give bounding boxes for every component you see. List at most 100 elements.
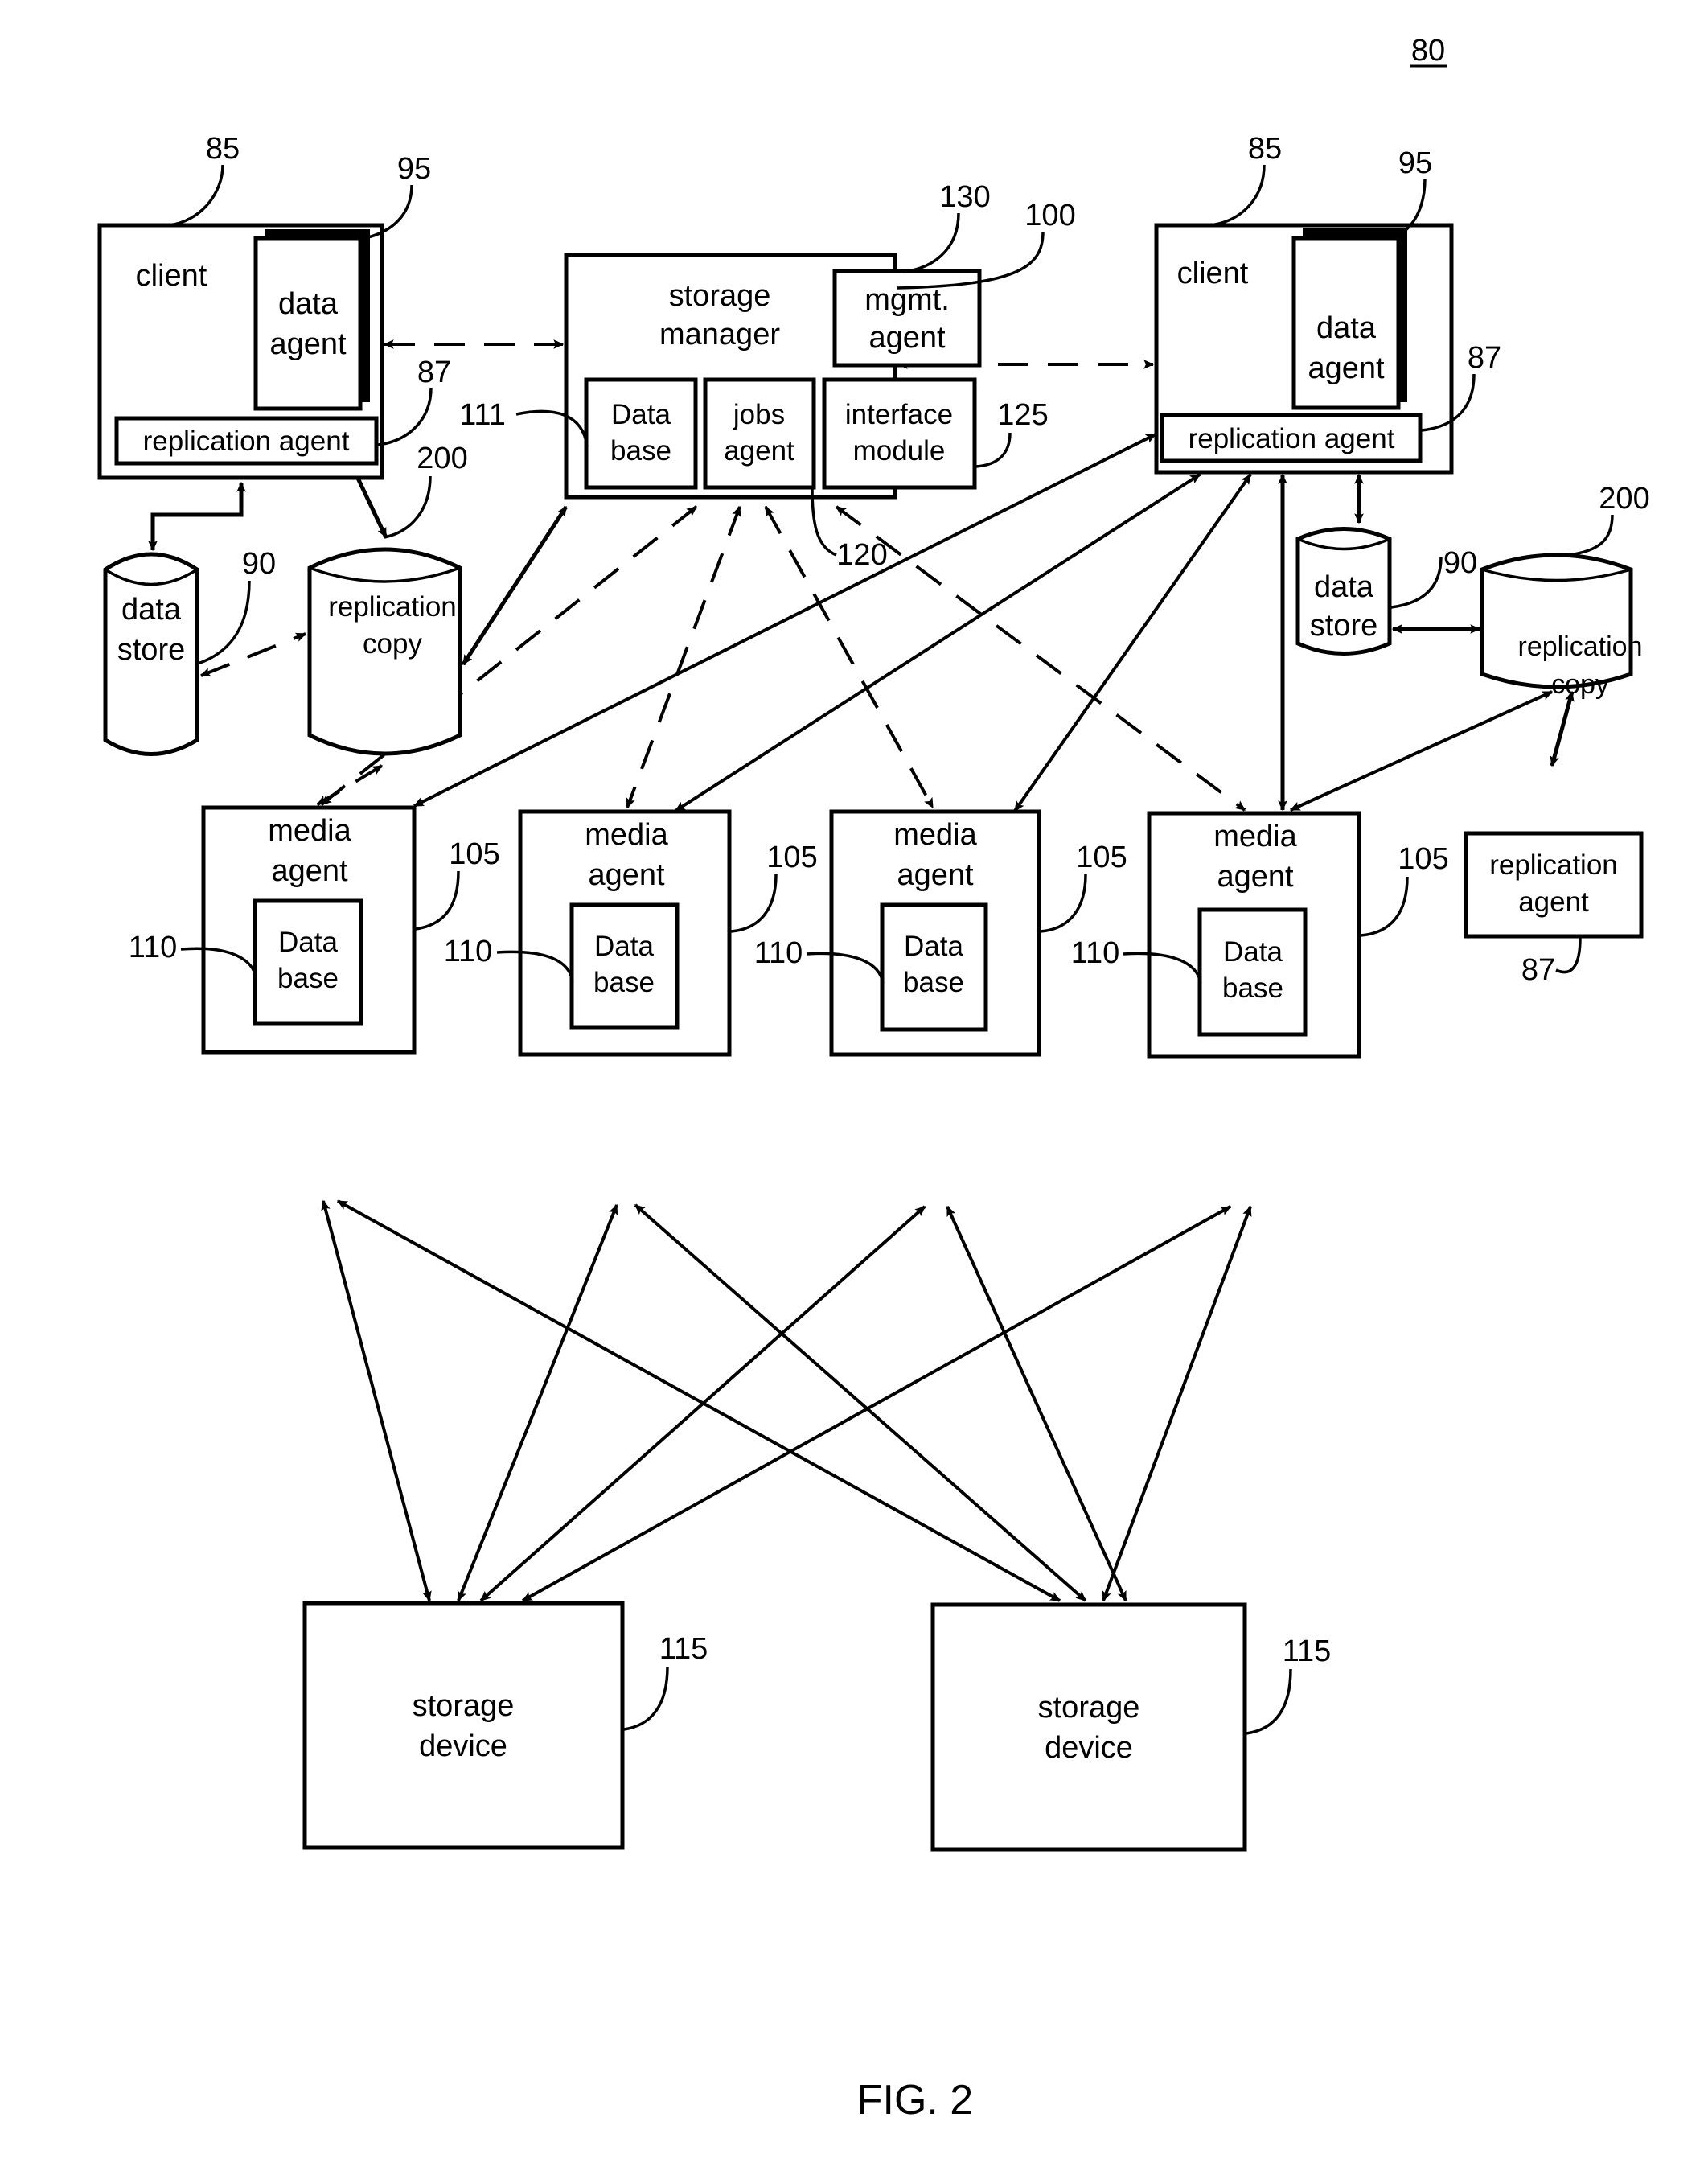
leader-200-right <box>1567 514 1614 557</box>
arrow-storage-manager-replication-copy-left <box>461 505 569 666</box>
leader-130 <box>900 212 960 273</box>
ref-87-right: 87 <box>1468 341 1501 375</box>
ref-100: 100 <box>1024 199 1075 232</box>
ref-130: 130 <box>939 180 990 214</box>
dashed-arrow-storage-manager-media-agent-2 <box>626 505 741 809</box>
replication-copy-right[interactable]: replication copy <box>1480 553 1642 700</box>
storage-manager-line2: manager <box>659 318 780 352</box>
replication-copy-right-line2: copy <box>1551 669 1609 700</box>
media-agent-2-database-box[interactable] <box>569 902 680 1030</box>
media-agent-3-line1: media <box>893 818 977 852</box>
client-left[interactable]: client data agent replication agent <box>97 223 384 480</box>
storage-manager[interactable]: storage manager mgmt. agent Data base jo… <box>564 253 982 500</box>
leader-85-left <box>168 164 224 227</box>
media-agent-4-database-line2: base <box>1222 972 1283 1004</box>
data-store-right-line1: data <box>1314 570 1374 604</box>
leader-115-sd1 <box>623 1666 669 1731</box>
replication-agent-left[interactable]: replication agent <box>114 416 379 466</box>
replication-agent-right-label: replication agent <box>1189 423 1395 454</box>
arrow-client-left-replication-copy <box>351 468 388 539</box>
media-agent-2-database-line2: base <box>593 967 655 998</box>
ref-120: 120 <box>836 538 887 572</box>
figure-caption: FIG. 2 <box>857 2077 973 2124</box>
arrow-client-left-data-store <box>148 481 246 552</box>
ref-105-ma2: 105 <box>766 841 817 874</box>
data-agent-right[interactable]: data agent <box>1291 228 1407 410</box>
leader-87-standalone <box>1555 937 1582 974</box>
ref-87-standalone: 87 <box>1521 953 1555 987</box>
leader-105-ma3 <box>1040 874 1087 933</box>
media-agent-2-database-line1: Data <box>594 931 654 962</box>
client-right-label: client <box>1177 257 1249 290</box>
leader-85-right <box>1209 164 1266 227</box>
media-agent-2[interactable]: media agent Data base <box>518 809 732 1057</box>
media-agent-3-database-line2: base <box>903 967 964 998</box>
arrow-media-agent-3-storage-device-2 <box>946 1205 1127 1602</box>
leader-87-left <box>377 387 433 446</box>
ref-110-ma1: 110 <box>129 931 178 964</box>
storage-device-2-box[interactable] <box>930 1602 1247 1852</box>
storage-manager-database-line1: Data <box>611 399 671 430</box>
data-store-left[interactable]: data store <box>103 552 199 756</box>
data-agent-left-box[interactable] <box>253 236 363 411</box>
replication-agent-standalone-line1: replication <box>1489 849 1618 881</box>
ref-85-right: 85 <box>1248 132 1282 166</box>
media-agent-1-line1: media <box>268 814 351 848</box>
media-agent-2-line2: agent <box>588 858 665 892</box>
media-agent-1-database-line1: Data <box>278 927 338 958</box>
media-agent-1-database-line2: base <box>277 963 339 994</box>
media-agent-3-line2: agent <box>897 858 974 892</box>
arrow-media-agent-1-storage-device-1 <box>321 1199 432 1602</box>
replication-agent-right[interactable]: replication agent <box>1160 413 1423 463</box>
media-agent-4[interactable]: media agent Data base <box>1147 811 1361 1059</box>
data-agent-right-line1: data <box>1316 311 1377 345</box>
data-store-left-line1: data <box>121 593 182 627</box>
storage-device-1[interactable]: storage device <box>302 1601 625 1850</box>
ref-85-left: 85 <box>206 132 240 166</box>
storage-manager-database-box[interactable] <box>584 377 698 490</box>
interface-module-box[interactable] <box>822 377 977 490</box>
leader-115-sd2 <box>1246 1668 1292 1735</box>
media-agent-3[interactable]: media agent Data base <box>829 809 1041 1057</box>
arrow-replication-copy-replication-agent <box>1550 690 1575 767</box>
ref-110-ma4: 110 <box>1071 936 1120 970</box>
media-agent-4-database-line1: Data <box>1223 936 1283 968</box>
ref-110-ma2: 110 <box>444 935 493 968</box>
storage-device-2-line2: device <box>1045 1731 1133 1765</box>
storage-manager-line1: storage <box>669 279 771 313</box>
ref-87-left: 87 <box>417 356 451 389</box>
arrow-media-agent-2-storage-device-1 <box>457 1203 618 1602</box>
storage-manager-database-line2: base <box>610 435 671 467</box>
ref-125: 125 <box>997 398 1048 432</box>
data-agent-right-line2: agent <box>1308 352 1385 385</box>
replication-agent-standalone[interactable]: replication agent <box>1464 831 1644 939</box>
storage-device-1-line2: device <box>419 1729 507 1763</box>
storage-device-2[interactable]: storage device <box>930 1602 1247 1852</box>
client-right[interactable]: client data agent replication agent <box>1154 223 1454 475</box>
arrow-client-right-media-agent-3 <box>1013 473 1252 812</box>
ref-115-sd1: 115 <box>659 1632 708 1666</box>
ref-115-sd2: 115 <box>1283 1634 1332 1668</box>
diagram-canvas: 80 client data agent replication agent 8… <box>97 34 1650 2124</box>
ref-200-right: 200 <box>1599 482 1649 516</box>
media-agent-3-database-line1: Data <box>904 931 963 962</box>
media-agent-1[interactable]: media agent Data base <box>201 805 417 1055</box>
jobs-agent[interactable]: jobs agent <box>703 377 816 490</box>
replication-copy-left-line1: replication <box>328 591 457 623</box>
interface-module-line1: interface <box>845 399 953 430</box>
replication-copy-left[interactable]: replication copy <box>307 547 462 756</box>
client-left-label: client <box>136 259 207 293</box>
data-agent-left[interactable]: data agent <box>253 229 370 411</box>
data-agent-left-line2: agent <box>269 327 347 361</box>
leader-105-ma2 <box>730 874 778 933</box>
storage-device-1-box[interactable] <box>302 1601 625 1850</box>
ref-105-ma4: 105 <box>1398 842 1448 876</box>
leader-105-ma1 <box>415 870 460 931</box>
media-agent-1-database-box[interactable] <box>253 898 363 1026</box>
jobs-agent-box[interactable] <box>703 377 816 490</box>
ref-95-left: 95 <box>397 152 431 186</box>
interface-module[interactable]: interface module <box>822 377 977 490</box>
media-agent-1-line2: agent <box>271 854 348 888</box>
data-store-right[interactable]: data store <box>1295 527 1392 656</box>
storage-manager-database[interactable]: Data base <box>584 377 698 490</box>
